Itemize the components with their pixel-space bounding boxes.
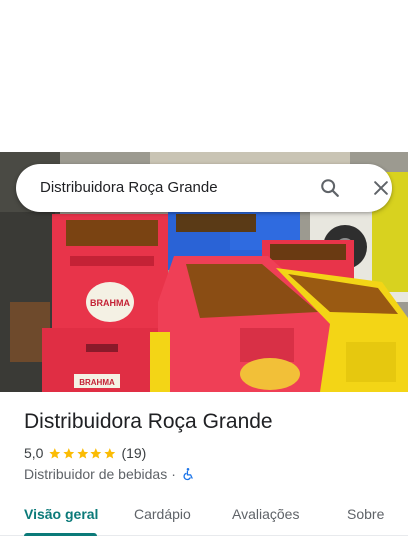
tab-sobre[interactable]: Sobre bbox=[347, 504, 384, 524]
crate-slot bbox=[70, 256, 154, 266]
brahma-logo-text-top: BRAHMA bbox=[90, 298, 130, 308]
star-icon bbox=[77, 447, 88, 459]
map-blank-area bbox=[0, 0, 408, 152]
separator-dot: · bbox=[171, 466, 176, 482]
star-icon bbox=[90, 447, 102, 459]
tab-visao-geral[interactable]: Visão geral bbox=[24, 504, 98, 524]
star-icon bbox=[104, 447, 116, 459]
red-crate-back-bottles bbox=[270, 244, 346, 260]
place-name: Distribuidora Roça Grande bbox=[24, 410, 273, 433]
brahma-logo-text-bottom: BRAHMA bbox=[79, 378, 115, 387]
search-query-text[interactable]: Distribuidora Roça Grande bbox=[40, 164, 218, 212]
tab-avaliacoes[interactable]: Avaliações bbox=[232, 504, 299, 524]
rating-row[interactable]: 5,0 (19) bbox=[24, 443, 146, 463]
star-icon bbox=[63, 447, 75, 459]
place-category: Distribuidor de bebidas bbox=[24, 466, 168, 482]
tab-cardapio[interactable]: Cardápio bbox=[134, 504, 191, 524]
star-rating bbox=[48, 447, 116, 460]
rating-value: 5,0 bbox=[24, 445, 44, 461]
active-tab-indicator bbox=[24, 533, 97, 536]
category-row: Distribuidor de bebidas · bbox=[24, 464, 195, 484]
crate-label-front bbox=[240, 358, 300, 390]
close-icon[interactable] bbox=[367, 174, 395, 202]
yellow-crate-grid bbox=[346, 342, 396, 382]
search-bar[interactable]: Distribuidora Roça Grande bbox=[16, 164, 392, 212]
blue-crate-bottles bbox=[176, 214, 256, 232]
wheelchair-icon bbox=[181, 467, 195, 481]
yellow-crate-small bbox=[150, 332, 170, 392]
review-count[interactable]: (19) bbox=[121, 445, 146, 461]
star-icon bbox=[49, 447, 61, 459]
search-icon[interactable] bbox=[316, 174, 344, 202]
crate-grid bbox=[240, 328, 294, 362]
crate-handle bbox=[86, 344, 118, 352]
place-tabs: Visão geral Cardápio Avaliações Sobre bbox=[0, 492, 408, 536]
bottle-tops-left bbox=[66, 220, 158, 246]
